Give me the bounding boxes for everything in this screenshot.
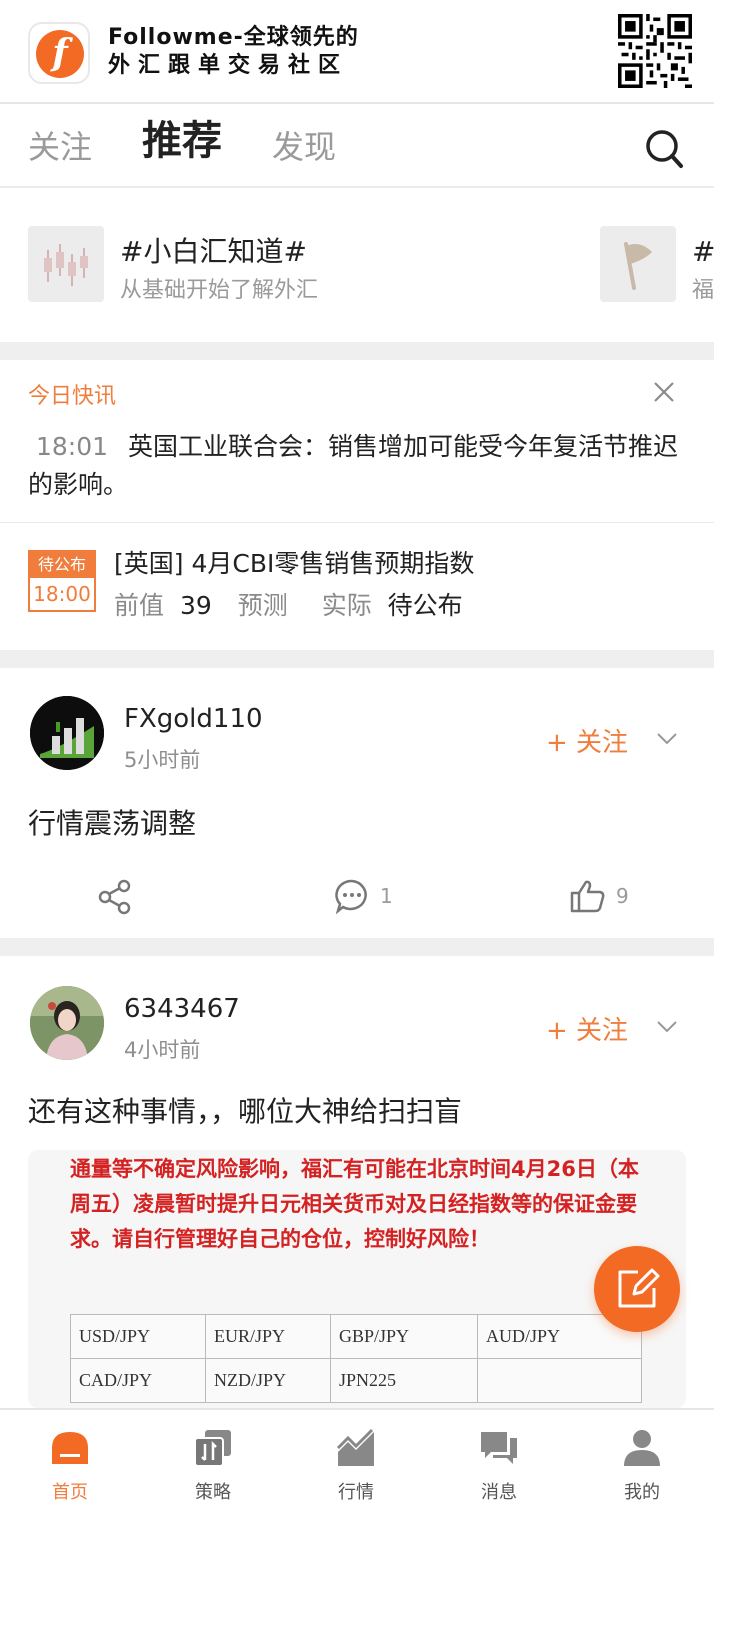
post-card[interactable]: FXgold110 5小时前 + 关注 行情震荡调整 1 9 xyxy=(0,668,714,938)
share-icon xyxy=(98,879,131,915)
section-divider xyxy=(0,938,714,956)
topic-title: #环 xyxy=(692,235,714,268)
nav-label: 消息 xyxy=(481,1482,517,1503)
followme-logo: f xyxy=(28,22,90,84)
currency-pair-table: USD/JPY EUR/JPY GBP/JPY AUD/JPY CAD/JPY … xyxy=(70,1314,642,1403)
actual-value: 待公布 xyxy=(387,591,463,620)
chevron-down-icon[interactable] xyxy=(656,1020,678,1034)
username[interactable]: FXgold110 xyxy=(124,704,263,734)
nav-label: 我的 xyxy=(624,1482,660,1503)
news-time: 18:01 xyxy=(36,432,109,461)
search-icon[interactable] xyxy=(644,126,684,170)
portrait-avatar-icon xyxy=(30,986,104,1060)
section-divider xyxy=(0,650,714,668)
comment-button[interactable]: 1 xyxy=(334,878,424,918)
strategy-icon xyxy=(194,1430,231,1467)
candlestick-icon xyxy=(44,244,88,286)
nav-messages[interactable]: 消息 xyxy=(439,1428,559,1508)
divider xyxy=(0,522,714,523)
chart-bars-avatar-icon xyxy=(30,696,104,770)
topic-card[interactable]: #环 福 xyxy=(600,226,714,304)
table-cell: JPN225 xyxy=(330,1358,478,1403)
topic-subtitle: 福 xyxy=(692,278,714,303)
event-meta: 前值 39 预测 实际 待公布 xyxy=(114,586,481,622)
bottom-navigation: 首页 策略 行情 消息 我的 xyxy=(0,1408,714,1646)
market-icon xyxy=(336,1428,374,1466)
edit-icon xyxy=(618,1268,660,1308)
close-icon[interactable] xyxy=(652,380,676,404)
nav-home[interactable]: 首页 xyxy=(10,1428,130,1508)
banner-text: Followme-全球领先的 外汇跟单交易社区 xyxy=(108,24,359,80)
section-divider xyxy=(0,342,714,360)
nav-market[interactable]: 行情 xyxy=(296,1428,416,1508)
table-cell: NZD/JPY xyxy=(205,1358,331,1403)
follow-button[interactable]: + 关注 xyxy=(546,722,628,759)
tab-recommend[interactable]: 推荐 xyxy=(142,108,222,166)
nav-profile[interactable]: 我的 xyxy=(582,1428,702,1508)
topic-thumbnail xyxy=(28,226,104,302)
post-actions: 1 9 xyxy=(0,878,714,938)
avatar[interactable] xyxy=(30,696,104,770)
prev-label: 前值 xyxy=(114,591,165,620)
nav-strategy[interactable]: 策略 xyxy=(153,1428,273,1508)
follow-button[interactable]: + 关注 xyxy=(546,1010,628,1047)
event-status-badge: 待公布 18:00 xyxy=(28,550,96,612)
topic-carousel[interactable]: #小白汇知道# 从基础开始了解外汇 #环 福 xyxy=(0,190,714,342)
flag-icon xyxy=(624,242,652,290)
post-image[interactable]: 通量等不确定风险影响，福汇有可能在北京时间4月26日（本周五）凌晨暂时提升日元相… xyxy=(28,1150,686,1408)
event-title[interactable]: [英国] 4月CBI零售销售预期指数 xyxy=(114,544,474,580)
table-cell: EUR/JPY xyxy=(205,1314,331,1359)
forecast-label: 预测 xyxy=(237,591,288,620)
nav-label: 策略 xyxy=(195,1482,231,1503)
home-icon xyxy=(52,1432,88,1464)
badge-time: 18:00 xyxy=(33,582,91,606)
avatar[interactable] xyxy=(30,986,104,1060)
banner-line-1: Followme-全球领先的 xyxy=(108,25,359,50)
like-button[interactable]: 9 xyxy=(570,878,660,918)
table-cell xyxy=(477,1358,642,1403)
comment-count: 1 xyxy=(380,884,393,908)
banner-line-2: 外汇跟单交易社区 xyxy=(108,53,349,78)
username[interactable]: 6343467 xyxy=(124,994,240,1024)
table-row: CAD/JPY NZD/JPY JPN225 xyxy=(70,1358,642,1403)
share-button[interactable] xyxy=(96,878,136,918)
news-flash-card: 今日快讯 18:01 英国工业联合会：销售增加可能受今年复活节推迟的影响。 待公布… xyxy=(0,360,714,650)
topic-thumbnail xyxy=(600,226,676,302)
topic-subtitle: 从基础开始了解外汇 xyxy=(120,278,319,303)
badge-status: 待公布 xyxy=(30,552,94,578)
post-content[interactable]: 行情震荡调整 xyxy=(28,802,196,842)
post-time: 5小时前 xyxy=(124,748,201,772)
table-cell: USD/JPY xyxy=(70,1314,206,1359)
topic-card[interactable]: #小白汇知道# 从基础开始了解外汇 xyxy=(28,226,348,304)
news-header: 今日快讯 xyxy=(28,384,117,409)
table-cell: GBP/JPY xyxy=(330,1314,478,1359)
notice-text: 通量等不确定风险影响，福汇有可能在北京时间4月26日（本周五）凌晨暂时提升日元相… xyxy=(70,1157,639,1251)
thumbs-up-icon xyxy=(570,880,605,913)
nav-label: 首页 xyxy=(52,1482,88,1503)
topic-title: #小白汇知道# xyxy=(120,235,307,268)
table-cell: CAD/JPY xyxy=(70,1358,206,1403)
prev-value: 39 xyxy=(179,591,212,620)
tab-follow[interactable]: 关注 xyxy=(28,122,92,168)
news-text: 英国工业联合会：销售增加可能受今年复活节推迟的影响。 xyxy=(28,432,679,499)
actual-label: 实际 xyxy=(321,591,372,620)
profile-icon xyxy=(624,1430,660,1466)
like-count: 9 xyxy=(616,884,629,908)
compose-button[interactable] xyxy=(594,1246,680,1332)
post-content[interactable]: 还有这种事情，，哪位大神给扫扫盲 xyxy=(28,1090,462,1130)
logo-letter: f xyxy=(52,32,68,74)
feed-tabs: 关注 推荐 发现 xyxy=(0,104,714,188)
nav-label: 行情 xyxy=(338,1482,374,1503)
news-item[interactable]: 18:01 英国工业联合会：销售增加可能受今年复活节推迟的影响。 xyxy=(28,428,688,504)
message-icon xyxy=(481,1432,517,1464)
qr-code-icon xyxy=(618,14,692,88)
chevron-down-icon[interactable] xyxy=(656,732,678,746)
table-row: USD/JPY EUR/JPY GBP/JPY AUD/JPY xyxy=(70,1314,642,1359)
tab-discover[interactable]: 发现 xyxy=(272,122,336,168)
app-download-banner[interactable]: f Followme-全球领先的 外汇跟单交易社区 xyxy=(0,0,714,104)
post-time: 4小时前 xyxy=(124,1038,201,1062)
comment-icon xyxy=(335,879,367,915)
